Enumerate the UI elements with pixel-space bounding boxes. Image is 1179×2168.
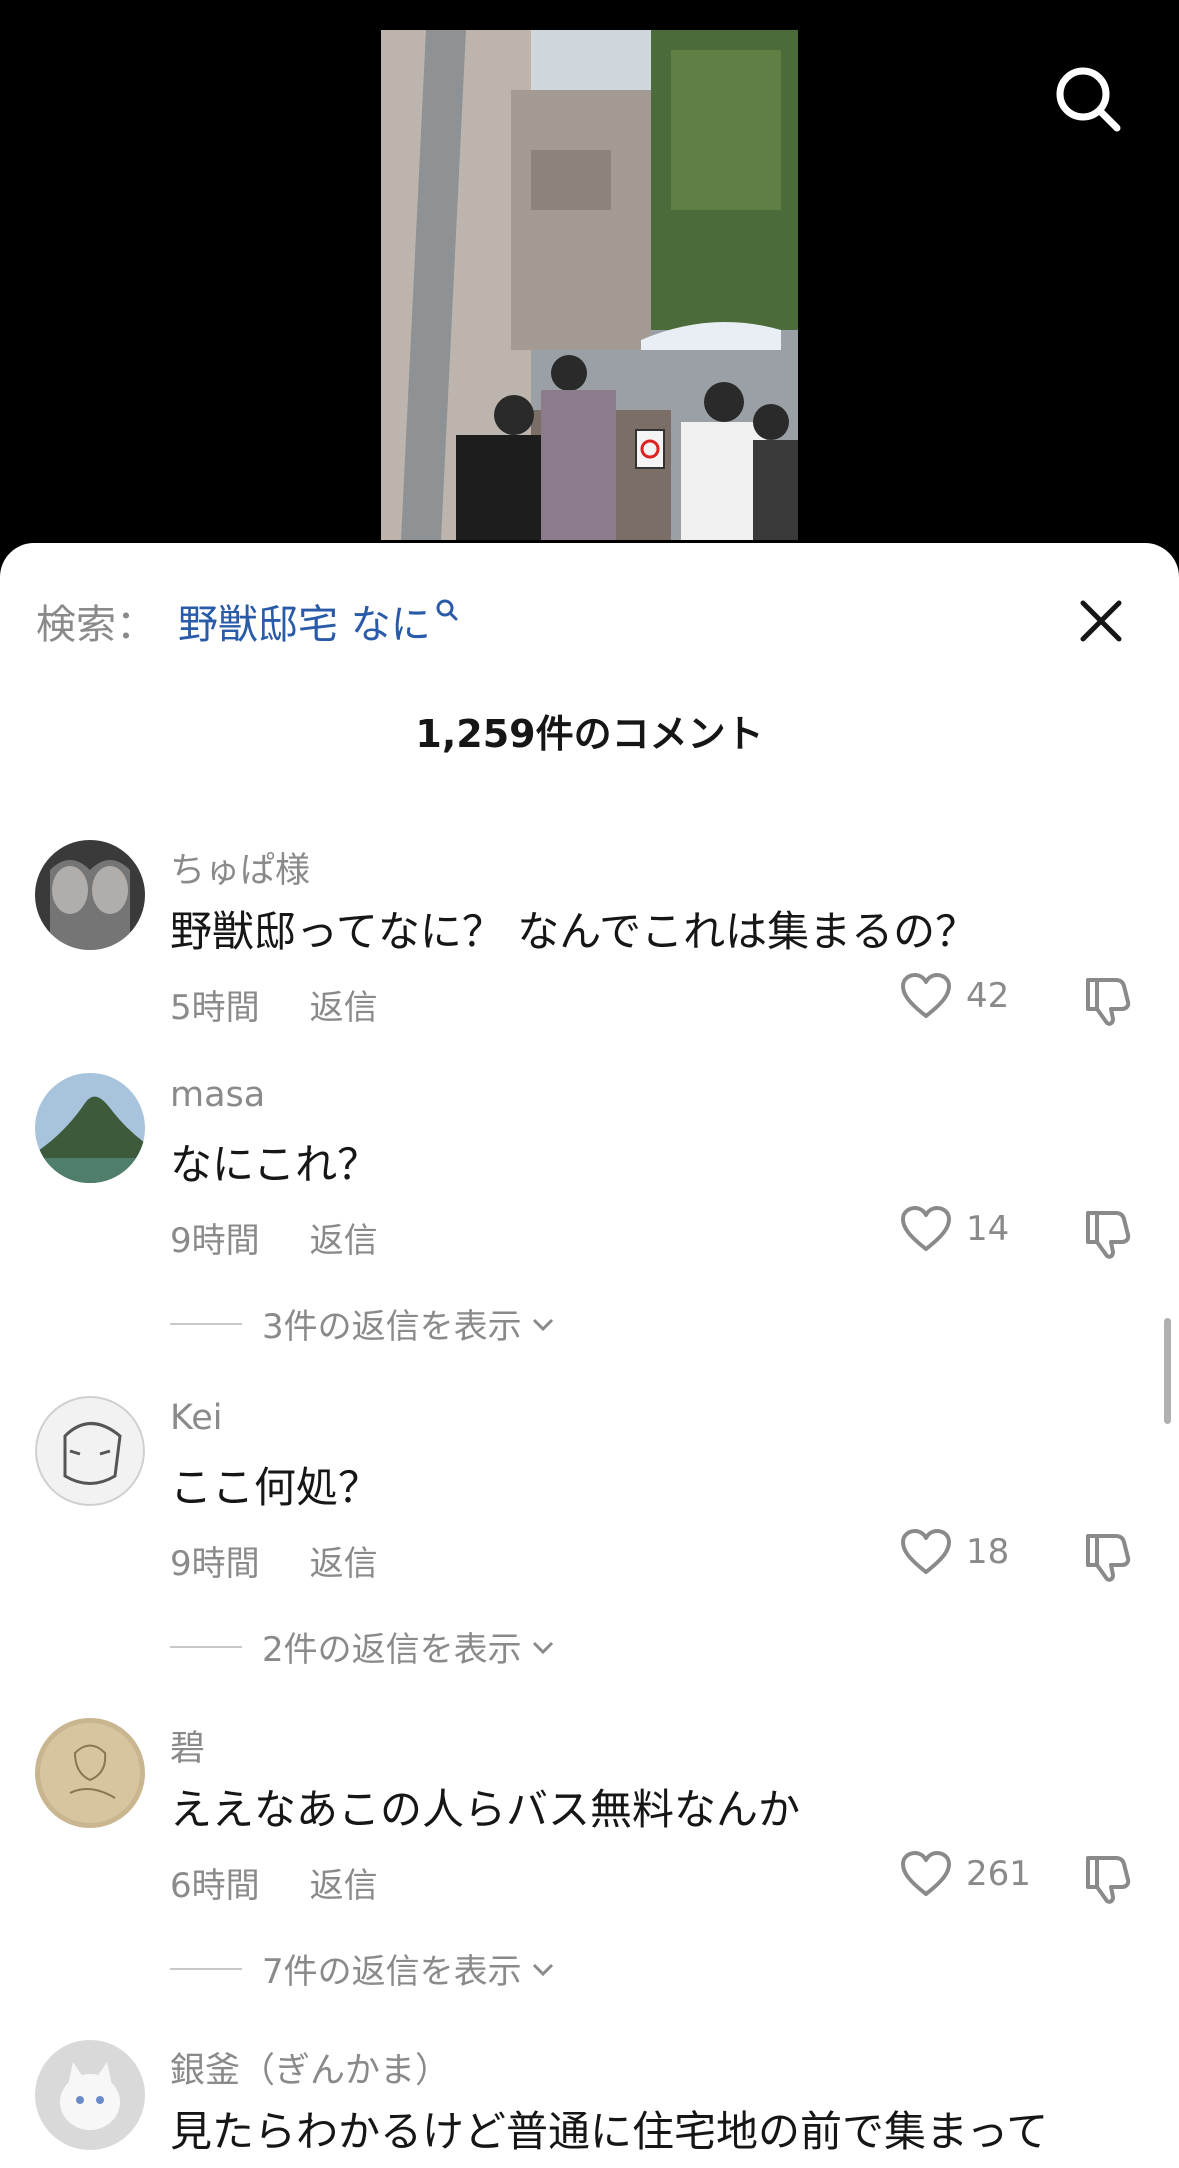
heart-icon bbox=[901, 1851, 951, 1896]
view-replies-label: 7件の返信を表示 bbox=[262, 1952, 522, 1992]
like-count: 14 bbox=[966, 1209, 1010, 1249]
comment-count: 1,259件のコメント bbox=[415, 712, 764, 756]
reply-button[interactable]: 返信 bbox=[310, 1213, 378, 1262]
divider-line bbox=[170, 1322, 242, 1325]
like-button[interactable]: 261 bbox=[900, 1850, 1031, 1898]
thumbs-down-icon[interactable] bbox=[1080, 972, 1136, 1028]
chevron-down-icon bbox=[532, 1318, 553, 1331]
avatar[interactable] bbox=[35, 1396, 145, 1506]
view-replies-label: 2件の返信を表示 bbox=[262, 1630, 522, 1670]
video-area[interactable] bbox=[0, 0, 1179, 560]
heart-icon bbox=[901, 1206, 951, 1251]
avatar[interactable] bbox=[35, 840, 145, 950]
search-term-link[interactable]: 野獣邸宅 なに bbox=[178, 592, 431, 650]
comment-text: 見たらわかるけど普通に住宅地の前で集まって bbox=[170, 2107, 1049, 2156]
comment-text: ここ何処？ bbox=[170, 1463, 381, 1512]
comment-username[interactable]: 碧 bbox=[170, 1720, 205, 1771]
thumbs-down-icon[interactable] bbox=[1080, 1528, 1136, 1584]
scrollbar[interactable] bbox=[1164, 1318, 1171, 1424]
comment-time: 9時間 bbox=[170, 1221, 260, 1261]
close-icon[interactable] bbox=[1073, 593, 1129, 649]
view-replies-button[interactable]: 2件の返信を表示 bbox=[170, 1622, 556, 1671]
like-count: 42 bbox=[966, 976, 1010, 1016]
comment-time: 5時間 bbox=[170, 988, 260, 1028]
video-thumbnail[interactable] bbox=[381, 30, 798, 540]
like-button[interactable]: 42 bbox=[900, 972, 1009, 1020]
heart-icon bbox=[901, 973, 951, 1018]
comments-sheet: 検索： 野獣邸宅 なに 1,259件のコメント ちゅぱ様 野獣邸ってなに？ なん… bbox=[0, 543, 1179, 2168]
avatar[interactable] bbox=[35, 1073, 145, 1183]
like-button[interactable]: 18 bbox=[900, 1528, 1009, 1576]
search-small-icon bbox=[435, 598, 459, 626]
reply-button[interactable]: 返信 bbox=[310, 980, 378, 1029]
chevron-down-icon bbox=[532, 1641, 553, 1654]
comment-text: 野獣邸ってなに？ なんでこれは集まるの？ bbox=[170, 907, 978, 956]
comment-username[interactable]: ちゅぱ様 bbox=[170, 842, 310, 893]
comment-time: 9時間 bbox=[170, 1544, 260, 1584]
avatar[interactable] bbox=[35, 1718, 145, 1828]
comment-username[interactable]: masa bbox=[170, 1075, 265, 1115]
divider-line bbox=[170, 1967, 242, 1970]
reply-button[interactable]: 返信 bbox=[310, 1536, 378, 1585]
comment-username[interactable]: Kei bbox=[170, 1398, 222, 1438]
thumbs-down-icon[interactable] bbox=[1080, 1205, 1136, 1261]
heart-icon bbox=[901, 1529, 951, 1574]
divider-line bbox=[170, 1645, 242, 1648]
thumbs-down-icon[interactable] bbox=[1080, 1850, 1136, 1906]
search-icon[interactable] bbox=[1049, 60, 1129, 140]
view-replies-button[interactable]: 7件の返信を表示 bbox=[170, 1944, 556, 1993]
like-count: 261 bbox=[966, 1854, 1031, 1894]
comment-text: ええなあこの人らバス無料なんか bbox=[170, 1785, 801, 1834]
like-count: 18 bbox=[966, 1532, 1010, 1572]
comment-text: なにこれ？ bbox=[170, 1140, 380, 1189]
like-button[interactable]: 14 bbox=[900, 1205, 1009, 1253]
view-replies-label: 3件の返信を表示 bbox=[262, 1307, 522, 1347]
chevron-down-icon bbox=[532, 1963, 553, 1976]
comment-time: 6時間 bbox=[170, 1866, 260, 1906]
comment-username[interactable]: 銀釜（ぎんかま） bbox=[170, 2042, 450, 2093]
reply-button[interactable]: 返信 bbox=[310, 1858, 378, 1907]
view-replies-button[interactable]: 3件の返信を表示 bbox=[170, 1299, 556, 1348]
search-suggestion[interactable]: 検索： 野獣邸宅 なに bbox=[36, 591, 459, 651]
avatar[interactable] bbox=[35, 2040, 145, 2150]
search-prefix-label: 検索： bbox=[36, 602, 156, 648]
